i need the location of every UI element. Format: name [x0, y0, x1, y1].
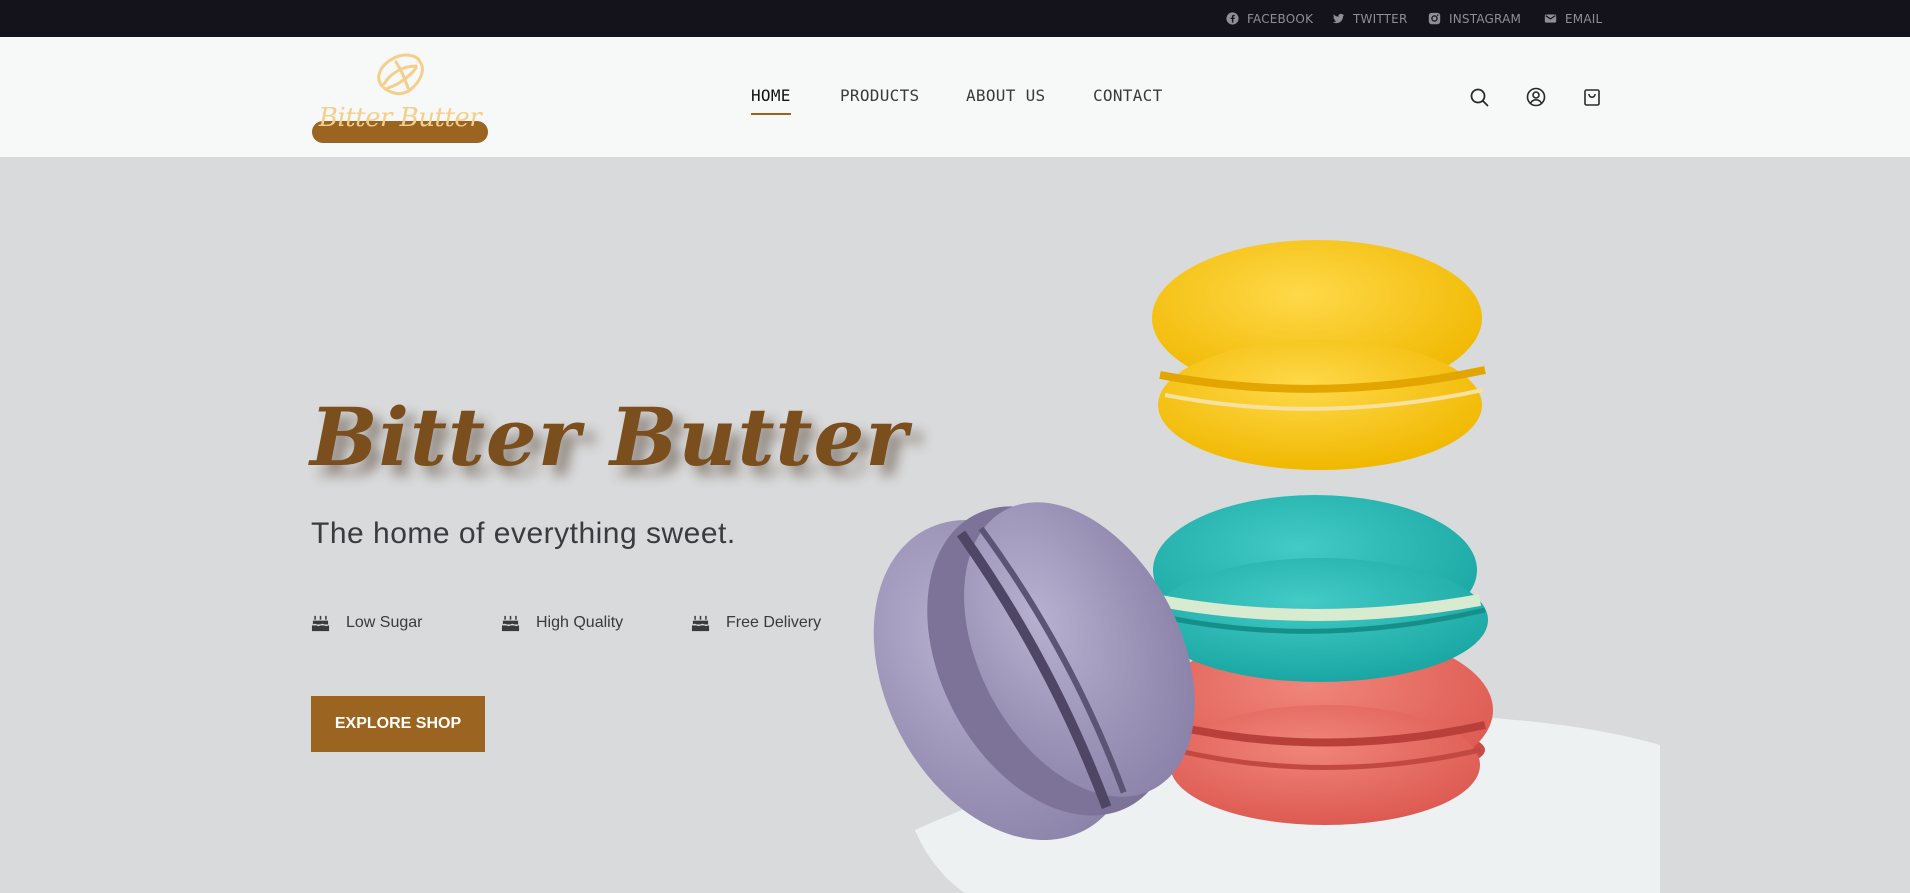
cake-icon: [501, 615, 520, 631]
facebook-icon: [1226, 12, 1239, 25]
cake-icon: [311, 615, 330, 631]
feature-free-delivery: Free Delivery: [691, 612, 821, 634]
hero-title: Bitter Butter: [310, 390, 909, 484]
twitter-icon: [1332, 13, 1345, 24]
cart-icon[interactable]: [1581, 86, 1603, 108]
email-label: EMAIL: [1565, 11, 1603, 26]
account-icon[interactable]: [1525, 86, 1547, 108]
feature-low-sugar: Low Sugar: [311, 612, 423, 634]
logo-ribbon: [312, 121, 488, 143]
mail-icon: [1544, 14, 1557, 23]
feature-high-quality: High Quality: [501, 612, 623, 634]
nav-contact[interactable]: CONTACT: [1093, 86, 1163, 105]
explore-shop-button[interactable]: EXPLORE SHOP: [311, 696, 485, 752]
logo[interactable]: [310, 48, 490, 148]
feature-label: Free Delivery: [726, 614, 822, 631]
top-social-bar: FACEBOOK TWITTER INSTAGRAM EMAIL: [0, 0, 1910, 37]
feature-label: Low Sugar: [346, 614, 423, 631]
croissant-icon: [377, 53, 424, 96]
instagram-link[interactable]: INSTAGRAM: [1428, 0, 1521, 37]
email-link[interactable]: EMAIL: [1544, 0, 1602, 37]
nav-active-underline: [751, 113, 791, 115]
nav-products[interactable]: PRODUCTS: [840, 86, 919, 105]
cake-icon: [691, 615, 710, 631]
instagram-icon: [1428, 12, 1441, 25]
hero-subtitle: The home of everything sweet.: [311, 517, 736, 550]
feature-label: High Quality: [536, 614, 624, 631]
instagram-label: INSTAGRAM: [1449, 11, 1522, 26]
twitter-link[interactable]: TWITTER: [1332, 0, 1408, 37]
facebook-label: FACEBOOK: [1247, 11, 1314, 26]
macarons-image: [873, 240, 1660, 893]
nav-home[interactable]: HOME: [751, 86, 791, 105]
facebook-link[interactable]: FACEBOOK: [1226, 0, 1313, 37]
twitter-label: TWITTER: [1353, 11, 1408, 26]
nav-about-us[interactable]: ABOUT US: [966, 86, 1045, 105]
search-icon[interactable]: [1468, 86, 1490, 108]
site-header: [0, 37, 1910, 157]
